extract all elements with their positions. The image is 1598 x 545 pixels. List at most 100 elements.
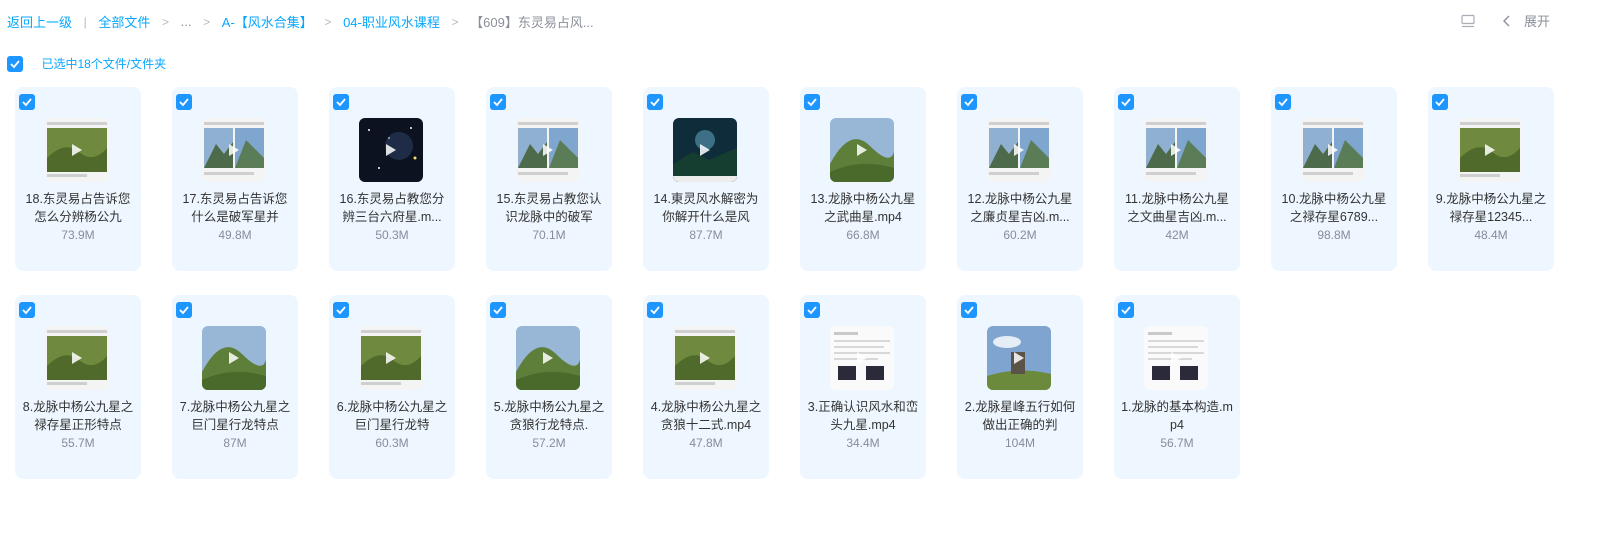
breadcrumb-all-files[interactable]: 全部文件: [98, 12, 150, 31]
file-card[interactable]: 1.龙脉的基本构造.mp4 56.7M: [1114, 295, 1240, 479]
file-name: 2.龙脉星峰五行如何做出正确的判: [964, 400, 1076, 432]
play-icon-thumbnail: [1458, 118, 1522, 182]
file-card[interactable]: 17.东灵易占告诉您什么是破军星并 49.8M: [172, 87, 298, 271]
file-name: 5.龙脉中杨公九星之贪狼行龙特点.: [493, 400, 605, 432]
file-card[interactable]: 3.正确认识风水和峦头九星.mp4 34.4M: [800, 295, 926, 479]
file-name: 4.龙脉中杨公九星之贪狼十二式.mp4: [650, 400, 762, 432]
file-name: 13.龙脉中杨公九星之武曲星.mp4: [810, 192, 916, 224]
file-name: 17.东灵易占告诉您什么是破军星并: [182, 192, 288, 224]
breadcrumb-separator: >: [451, 14, 459, 29]
file-card[interactable]: 9.龙脉中杨公九星之禄存星12345... 48.4M: [1428, 87, 1554, 271]
file-size: 47.8M: [689, 436, 723, 450]
file-checkbox[interactable]: [490, 302, 506, 318]
breadcrumb-current: 【609】东灵易占风...: [470, 15, 594, 30]
top-bar: 返回上一级 | 全部文件 > ... > A-【风水合集】 > 04-职业风水课…: [0, 0, 1598, 40]
file-name: 14.東灵风水解密为你解开什么是风: [653, 192, 759, 224]
breadcrumb: 返回上一级 | 全部文件 > ... > A-【风水合集】 > 04-职业风水课…: [7, 12, 594, 31]
file-checkbox[interactable]: [804, 94, 820, 110]
file-size: 66.8M: [846, 228, 880, 242]
file-size: 34.4M: [846, 436, 880, 450]
breadcrumb-separator: >: [203, 14, 211, 29]
file-checkbox[interactable]: [19, 302, 35, 318]
breadcrumb-separator: >: [162, 14, 170, 29]
chevron-left-icon[interactable]: [1502, 15, 1512, 27]
play-icon-thumbnail: [1301, 118, 1365, 182]
file-checkbox[interactable]: [333, 302, 349, 318]
file-checkbox[interactable]: [333, 94, 349, 110]
play-icon-thumbnail: [359, 326, 423, 390]
breadcrumb-divider: |: [83, 14, 87, 29]
file-card[interactable]: 14.東灵风水解密为你解开什么是风 87.7M: [643, 87, 769, 271]
breadcrumb-folder-course[interactable]: 04-职业风水课程: [343, 12, 440, 31]
file-card[interactable]: 2.龙脉星峰五行如何做出正确的判 104M: [957, 295, 1083, 479]
file-checkbox[interactable]: [1432, 94, 1448, 110]
file-card[interactable]: 15.东灵易占教您认识龙脉中的破军 70.1M: [486, 87, 612, 271]
file-name: 8.龙脉中杨公九星之禄存星正形特点: [22, 400, 134, 432]
file-size: 42M: [1165, 228, 1189, 242]
expand-button[interactable]: 展开: [1524, 11, 1550, 30]
file-card[interactable]: 6.龙脉中杨公九星之巨门星行龙特 60.3M: [329, 295, 455, 479]
file-card[interactable]: 12.龙脉中杨公九星之廉贞星吉凶.m... 60.2M: [957, 87, 1083, 271]
file-checkbox[interactable]: [1275, 94, 1291, 110]
play-icon-thumbnail: [516, 326, 580, 390]
file-size: 73.9M: [61, 228, 95, 242]
play-icon-thumbnail: [830, 118, 894, 182]
file-size: 104M: [1004, 436, 1036, 450]
file-size: 49.8M: [218, 228, 252, 242]
play-icon-thumbnail: [673, 326, 737, 390]
file-card[interactable]: 4.龙脉中杨公九星之贪狼十二式.mp4 47.8M: [643, 295, 769, 479]
file-name: 10.龙脉中杨公九星之禄存星6789...: [1281, 192, 1387, 224]
file-checkbox[interactable]: [19, 94, 35, 110]
file-checkbox[interactable]: [961, 302, 977, 318]
file-name: 1.龙脉的基本构造.mp4: [1121, 400, 1233, 432]
file-name: 16.东灵易占教您分辨三台六府星.m...: [339, 192, 445, 224]
file-card[interactable]: 16.东灵易占教您分辨三台六府星.m... 50.3M: [329, 87, 455, 271]
file-size: 60.2M: [1003, 228, 1037, 242]
toolbar-right: 展开: [1461, 11, 1550, 30]
play-icon-thumbnail: [202, 118, 266, 182]
file-checkbox[interactable]: [490, 94, 506, 110]
back-link[interactable]: 返回上一级: [7, 12, 72, 31]
file-size: 57.2M: [532, 436, 566, 450]
play-icon-thumbnail: [516, 118, 580, 182]
file-checkbox[interactable]: [1118, 94, 1134, 110]
list-view-icon[interactable]: [1461, 14, 1475, 28]
file-card[interactable]: 10.龙脉中杨公九星之禄存星6789... 98.8M: [1271, 87, 1397, 271]
play-icon-thumbnail: [45, 326, 109, 390]
file-card[interactable]: 7.龙脉中杨公九星之巨门星行龙特点 87M: [172, 295, 298, 479]
file-name: 6.龙脉中杨公九星之巨门星行龙特: [336, 400, 448, 432]
breadcrumb-ellipsis[interactable]: ...: [181, 14, 192, 29]
file-name: 15.东灵易占教您认识龙脉中的破军: [496, 192, 602, 224]
selection-count-label: 已选中18个文件/文件夹: [41, 57, 167, 72]
file-name: 9.龙脉中杨公九星之禄存星12345...: [1435, 192, 1547, 224]
select-all-checkbox[interactable]: [7, 55, 23, 72]
breadcrumb-folder-fengshui[interactable]: A-【风水合集】: [222, 12, 313, 31]
file-size: 70.1M: [532, 228, 566, 242]
file-checkbox[interactable]: [647, 94, 663, 110]
file-name: 11.龙脉中杨公九星之文曲星吉凶.m...: [1125, 192, 1229, 224]
file-card[interactable]: 5.龙脉中杨公九星之贪狼行龙特点. 57.2M: [486, 295, 612, 479]
file-size: 48.4M: [1474, 228, 1508, 242]
file-name: 3.正确认识风水和峦头九星.mp4: [807, 400, 919, 432]
file-size: 55.7M: [61, 436, 95, 450]
file-card[interactable]: 11.龙脉中杨公九星之文曲星吉凶.m... 42M: [1114, 87, 1240, 271]
file-card[interactable]: 8.龙脉中杨公九星之禄存星正形特点 55.7M: [15, 295, 141, 479]
file-name: 18.东灵易占告诉您怎么分辨杨公九: [25, 192, 131, 224]
file-name: 12.龙脉中杨公九星之廉贞星吉凶.m...: [967, 192, 1073, 224]
file-checkbox[interactable]: [176, 94, 192, 110]
file-checkbox[interactable]: [176, 302, 192, 318]
file-size: 87.7M: [689, 228, 723, 242]
file-size: 50.3M: [375, 228, 409, 242]
file-checkbox[interactable]: [1118, 302, 1134, 318]
play-icon-thumbnail: [1144, 118, 1208, 182]
file-checkbox[interactable]: [647, 302, 663, 318]
file-card[interactable]: 18.东灵易占告诉您怎么分辨杨公九 73.9M: [15, 87, 141, 271]
play-icon-thumbnail: [830, 326, 894, 390]
play-icon-thumbnail: [987, 326, 1051, 390]
select-all-row: 已选中18个文件/文件夹: [7, 55, 167, 72]
file-checkbox[interactable]: [961, 94, 977, 110]
file-checkbox[interactable]: [804, 302, 820, 318]
file-card[interactable]: 13.龙脉中杨公九星之武曲星.mp4 66.8M: [800, 87, 926, 271]
play-icon-thumbnail: [1144, 326, 1208, 390]
play-icon-thumbnail: [45, 118, 109, 182]
